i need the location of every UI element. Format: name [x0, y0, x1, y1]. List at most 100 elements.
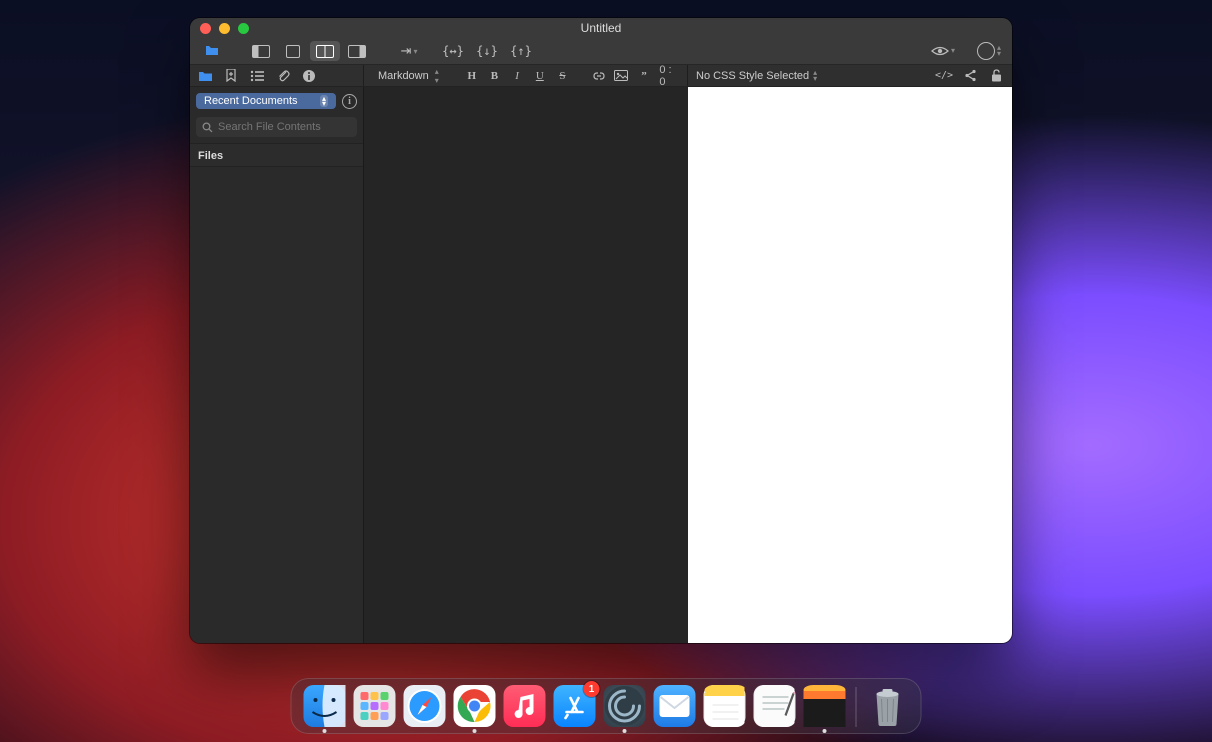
- chrome-icon: [458, 689, 492, 723]
- share-button[interactable]: [962, 68, 978, 84]
- textedit-icon: [755, 685, 795, 727]
- sidebar-tab-outline[interactable]: [248, 67, 266, 85]
- sidebar-tab-bookmark[interactable]: [222, 67, 240, 85]
- bracket-down-button[interactable]: {↓}: [472, 41, 502, 61]
- chevron-down-icon: ▾: [435, 76, 439, 85]
- running-indicator: [623, 729, 627, 733]
- circle-icon: [977, 42, 995, 60]
- bracket-up-button[interactable]: {↑}: [506, 41, 536, 61]
- css-style-dropdown[interactable]: No CSS Style Selected ▴ ▾: [696, 70, 817, 82]
- finder-icon: [304, 685, 346, 727]
- recent-documents-label: Recent Documents: [204, 95, 298, 107]
- editor-toolbar: Markdown ▴ ▾ H B I U S ” 0 : 0: [364, 65, 688, 86]
- main-toolbar: ⇥ ▾ {↔} {↓} {↑} ▾ ▴ ▾: [190, 38, 1012, 65]
- panel-split-icon: [316, 45, 334, 58]
- window-minimize-button[interactable]: [219, 23, 230, 34]
- dock-notes[interactable]: [704, 685, 746, 727]
- layout-right-panel-button[interactable]: [342, 41, 372, 61]
- dock-separator: [856, 687, 857, 727]
- traffic-lights: [200, 23, 249, 34]
- blockquote-button[interactable]: ”: [637, 68, 652, 84]
- lock-button[interactable]: [988, 68, 1004, 84]
- layout-single-button[interactable]: [278, 41, 308, 61]
- italic-button[interactable]: I: [510, 68, 525, 84]
- window-zoom-button[interactable]: [238, 23, 249, 34]
- launchpad-icon: [360, 691, 390, 721]
- link-button[interactable]: [591, 68, 606, 84]
- preview-toolbar: No CSS Style Selected ▴ ▾ </>: [688, 65, 1012, 86]
- chevron-down-icon: ▾: [813, 76, 817, 82]
- appstore-icon: [561, 692, 589, 720]
- running-indicator: [823, 729, 827, 733]
- chevron-down-icon: ▾: [322, 101, 326, 106]
- dock-mail[interactable]: [654, 685, 696, 727]
- dock-music[interactable]: [504, 685, 546, 727]
- window-title: Untitled: [190, 21, 1012, 35]
- window-close-button[interactable]: [200, 23, 211, 34]
- sidebar-tab-info[interactable]: [300, 67, 318, 85]
- app-window: Untitled ⇥ ▾ {↔} {↓} {: [190, 18, 1012, 643]
- back-button[interactable]: [198, 41, 228, 61]
- sidebar-tab-row: [190, 65, 364, 86]
- dock-launchpad[interactable]: [354, 685, 396, 727]
- dock-finder[interactable]: [304, 685, 346, 727]
- heading-button[interactable]: H: [464, 68, 479, 84]
- bookmark-plus-icon: [225, 69, 237, 82]
- safari-icon: [404, 685, 446, 727]
- panel-right-icon: [348, 45, 366, 58]
- code-view-button[interactable]: </>: [936, 68, 952, 84]
- export-button[interactable]: ⇥ ▾: [394, 41, 424, 61]
- image-icon: [614, 70, 628, 81]
- search-icon: [202, 122, 213, 133]
- brace-up-icon: {↑}: [510, 44, 532, 58]
- strikethrough-button[interactable]: S: [555, 68, 570, 84]
- sidebar-tab-attachments[interactable]: [274, 67, 292, 85]
- swirl-icon: [604, 685, 646, 727]
- content-body: Recent Documents ▴ ▾ i Files: [190, 87, 1012, 643]
- bracket-wrap-button[interactable]: {↔}: [438, 41, 468, 61]
- layout-left-panel-button[interactable]: [246, 41, 276, 61]
- dock-appstore[interactable]: 1: [554, 685, 596, 727]
- underline-button[interactable]: U: [532, 68, 547, 84]
- layout-split-button[interactable]: [310, 41, 340, 61]
- syntax-dropdown[interactable]: Markdown ▴ ▾: [372, 66, 445, 86]
- brace-out-icon: {↔}: [442, 44, 464, 58]
- files-header: Files: [190, 143, 363, 167]
- info-icon: i: [348, 96, 351, 107]
- link-icon: [592, 71, 606, 81]
- recent-documents-dropdown[interactable]: Recent Documents ▴ ▾: [196, 93, 336, 109]
- sidebar-info-button[interactable]: i: [342, 94, 357, 109]
- unlock-icon: [991, 69, 1002, 82]
- music-note-icon: [512, 693, 538, 719]
- appstore-badge: 1: [584, 681, 600, 697]
- folder-arrow-icon: [204, 45, 222, 57]
- dock-current-app[interactable]: [804, 685, 846, 727]
- info-icon: [302, 69, 316, 83]
- bold-button[interactable]: B: [487, 68, 502, 84]
- eye-icon: [931, 45, 949, 57]
- export-icon: ⇥: [401, 43, 412, 59]
- settings-button[interactable]: ▴ ▾: [974, 41, 1004, 61]
- titlebar: Untitled: [190, 18, 1012, 38]
- dock-safari[interactable]: [404, 685, 446, 727]
- mail-icon: [660, 695, 690, 717]
- dock-textedit[interactable]: [754, 685, 796, 727]
- dock-trash[interactable]: [867, 685, 909, 727]
- sidebar-scope-row: Recent Documents ▴ ▾ i: [190, 87, 363, 113]
- dock-chrome[interactable]: [454, 685, 496, 727]
- editor-pane[interactable]: [364, 87, 688, 643]
- syntax-label: Markdown: [378, 70, 429, 82]
- dock-marked-app[interactable]: [604, 685, 646, 727]
- sidebar-tab-files[interactable]: [196, 67, 214, 85]
- search-field-wrap: [190, 113, 363, 143]
- search-input[interactable]: [196, 117, 357, 137]
- layout-mode-group: [246, 41, 372, 61]
- files-list-empty: [190, 167, 363, 643]
- sidebar: Recent Documents ▴ ▾ i Files: [190, 87, 364, 643]
- secondary-toolbar: Markdown ▴ ▾ H B I U S ” 0 : 0: [190, 65, 1012, 87]
- trash-icon: [871, 686, 905, 726]
- list-icon: [250, 70, 264, 82]
- image-button[interactable]: [614, 68, 629, 84]
- preview-visibility-button[interactable]: ▾: [928, 41, 958, 61]
- notes-icon: [705, 685, 745, 727]
